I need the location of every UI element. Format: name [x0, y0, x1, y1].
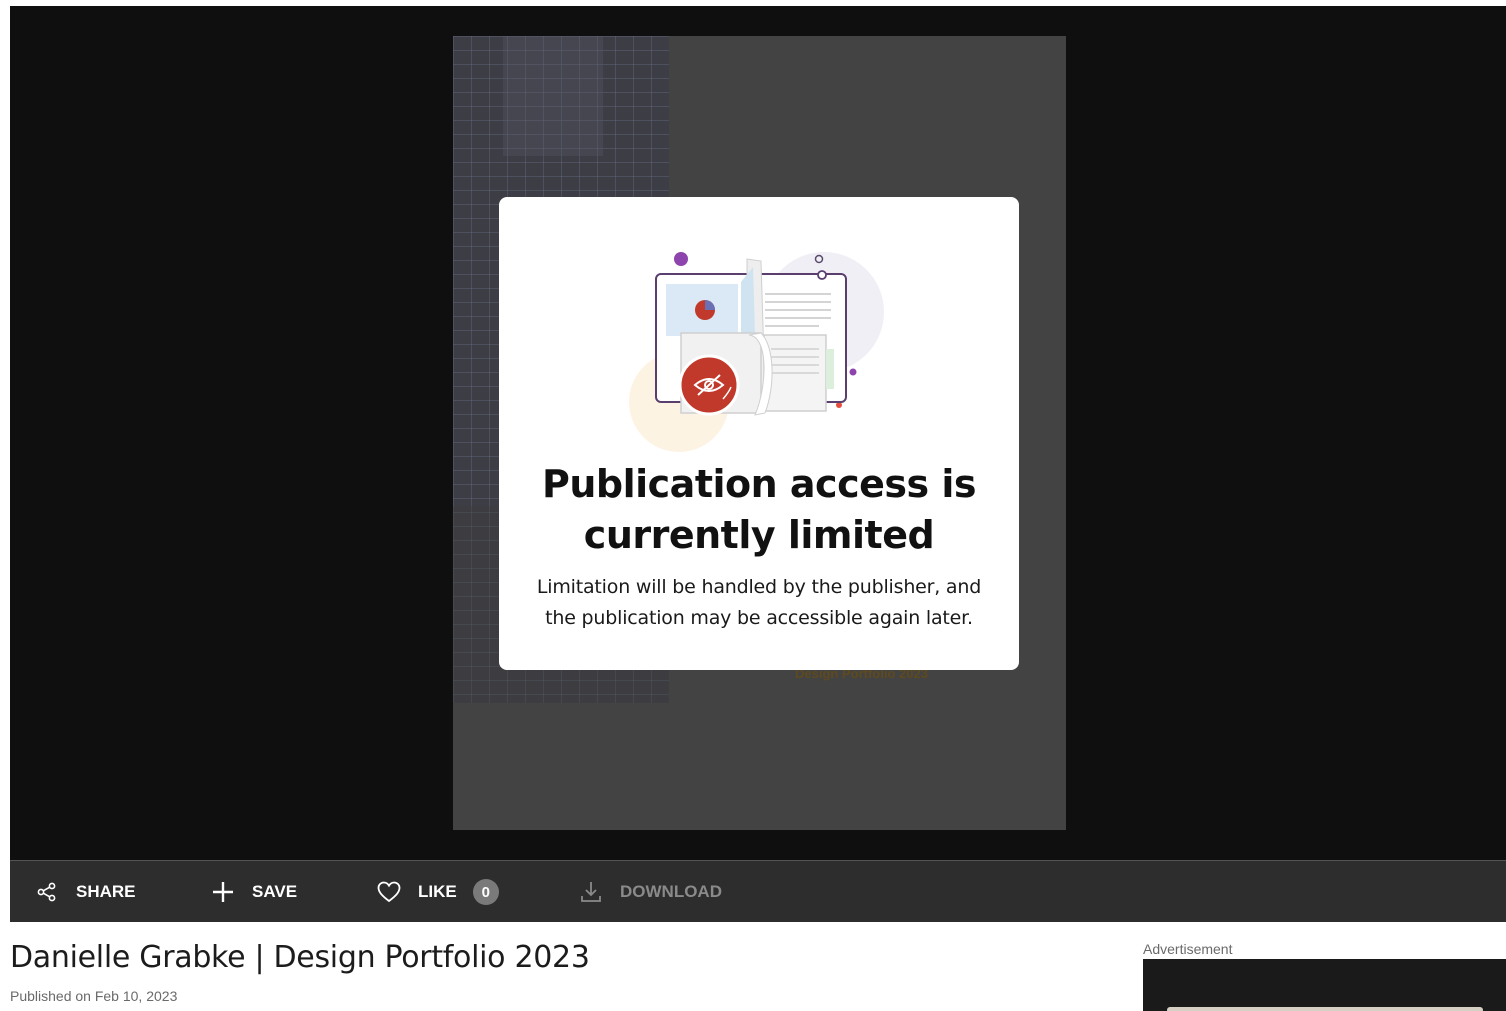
save-button[interactable]: SAVE — [210, 861, 297, 923]
access-limited-dialog: Publication access is currently limited … — [499, 197, 1019, 670]
download-icon — [578, 879, 604, 905]
publish-date: Published on Feb 10, 2023 — [10, 988, 178, 1004]
action-toolbar: SHARE SAVE LIKE 0 DOWNLOAD — [10, 860, 1506, 922]
advertisement-label: Advertisement — [1143, 941, 1233, 957]
heart-icon — [376, 879, 402, 905]
dialog-title-line: currently limited — [583, 513, 935, 557]
download-label: DOWNLOAD — [620, 882, 722, 901]
like-button[interactable]: LIKE 0 — [376, 861, 499, 923]
share-button[interactable]: SHARE — [34, 861, 136, 923]
plus-icon — [210, 879, 236, 905]
share-label: SHARE — [76, 882, 136, 901]
document-viewer[interactable]: Design Portfolio 2023 Publication access… — [10, 6, 1506, 860]
limited-publication-illustration — [629, 252, 884, 452]
advertisement-graphic — [1167, 1007, 1483, 1011]
dialog-message-line: the publication may be accessible again … — [545, 607, 973, 629]
dialog-title: Publication access is currently limited — [499, 459, 1019, 561]
like-count-badge: 0 — [472, 879, 499, 905]
publication-title: Danielle Grabke | Design Portfolio 2023 — [10, 940, 590, 975]
dialog-message: Limitation will be handled by the publis… — [499, 572, 1019, 634]
download-button[interactable]: DOWNLOAD — [578, 861, 722, 923]
like-label: LIKE — [418, 882, 457, 901]
dialog-title-line: Publication access is — [542, 462, 976, 506]
advertisement-banner[interactable] — [1143, 959, 1506, 1011]
page: Design Portfolio 2023 Publication access… — [0, 0, 1506, 1011]
dialog-message-line: Limitation will be handled by the publis… — [536, 576, 982, 598]
save-label: SAVE — [252, 882, 298, 901]
document-shade — [503, 36, 603, 156]
share-icon — [34, 879, 60, 905]
